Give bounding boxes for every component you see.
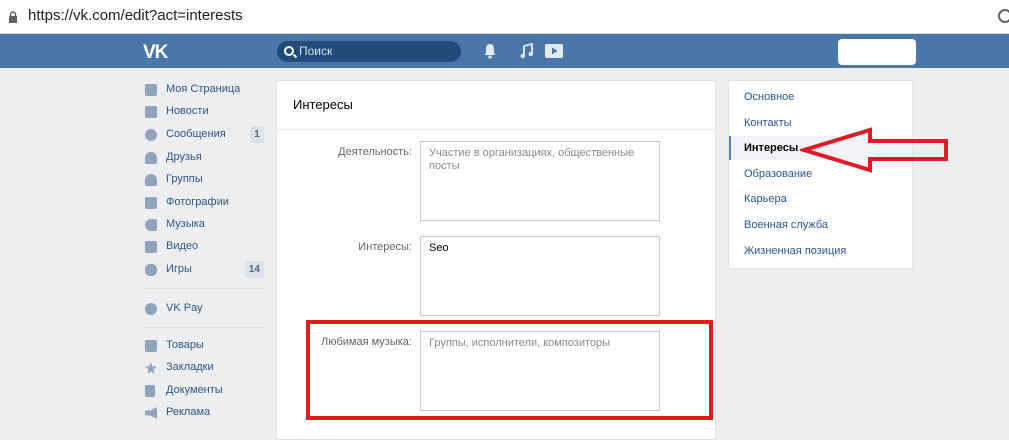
settings-tab-label: Жизненная позиция bbox=[744, 245, 847, 257]
menu-divider bbox=[145, 327, 263, 328]
left-menu-item-goods[interactable]: Товары bbox=[140, 336, 270, 356]
activity-label: Деятельность: bbox=[338, 146, 412, 158]
left-menu-item-friends[interactable]: Друзья bbox=[140, 148, 270, 168]
bell-icon[interactable] bbox=[483, 43, 497, 59]
star-icon bbox=[145, 362, 157, 374]
left-menu-item-messages[interactable]: Сообщения 1 bbox=[140, 125, 270, 145]
document-icon bbox=[145, 385, 155, 397]
settings-tab-label: Основное bbox=[744, 91, 795, 103]
left-menu-label: VK Pay bbox=[166, 302, 203, 314]
settings-tab-main[interactable]: Основное bbox=[729, 85, 912, 109]
left-menu-item-my-page[interactable]: Моя Страница bbox=[140, 80, 270, 100]
messages-icon bbox=[145, 129, 157, 141]
top-header: VK Поиск bbox=[0, 34, 1009, 68]
settings-tab-label: Военная служба bbox=[744, 219, 829, 231]
left-menu-label: Моя Страница bbox=[166, 83, 241, 95]
left-menu-item-bookmarks[interactable]: Закладки bbox=[140, 358, 270, 378]
left-menu-item-news[interactable]: Новости bbox=[140, 102, 270, 122]
settings-tab-life-position[interactable]: Жизненная позиция bbox=[729, 239, 912, 263]
left-menu-item-vk-pay[interactable]: VK Pay bbox=[140, 299, 270, 319]
settings-tab-label: Интересы bbox=[744, 142, 799, 154]
messages-count-badge: 1 bbox=[250, 126, 264, 143]
music-note-icon[interactable] bbox=[520, 43, 534, 59]
settings-tab-military[interactable]: Военная служба bbox=[729, 213, 912, 237]
left-menu-item-video[interactable]: Видео bbox=[140, 237, 270, 257]
user-menu-button[interactable] bbox=[838, 39, 916, 65]
friends-icon bbox=[145, 152, 157, 164]
browser-menu-icon[interactable] bbox=[998, 9, 1009, 23]
left-menu-label: Игры bbox=[166, 263, 192, 275]
settings-menu: Основное Контакты Интересы Образование К… bbox=[728, 80, 913, 269]
annotation-arrow-icon bbox=[800, 127, 948, 173]
search-input[interactable]: Поиск bbox=[277, 41, 461, 62]
news-icon bbox=[145, 106, 157, 118]
interests-textarea[interactable] bbox=[420, 236, 660, 316]
annotation-highlight-box bbox=[306, 320, 713, 420]
photos-icon bbox=[145, 197, 157, 209]
video-icon bbox=[145, 241, 157, 253]
left-menu-label: Фотографии bbox=[166, 196, 229, 208]
left-menu-label: Друзья bbox=[166, 151, 202, 163]
settings-tab-label: Карьера bbox=[744, 193, 787, 205]
left-menu-item-ads[interactable]: Реклама bbox=[140, 403, 270, 423]
left-menu-label: Реклама bbox=[166, 406, 211, 418]
left-menu-item-music[interactable]: Музыка bbox=[140, 215, 270, 235]
left-menu-label: Документы bbox=[166, 384, 223, 396]
play-icon[interactable] bbox=[545, 43, 563, 59]
left-menu-item-photos[interactable]: Фотографии bbox=[140, 193, 270, 213]
search-placeholder: Поиск bbox=[299, 44, 333, 58]
home-icon bbox=[145, 84, 157, 96]
goods-icon bbox=[145, 340, 157, 352]
music-icon bbox=[145, 219, 157, 231]
left-menu-label: Видео bbox=[166, 240, 199, 252]
vkpay-icon bbox=[145, 303, 157, 315]
megaphone-icon bbox=[145, 407, 157, 419]
search-icon bbox=[284, 46, 294, 56]
settings-tab-career[interactable]: Карьера bbox=[729, 187, 912, 211]
games-count-badge: 14 bbox=[244, 261, 264, 278]
left-menu-item-groups[interactable]: Группы bbox=[140, 170, 270, 190]
left-menu-label: Новости bbox=[166, 105, 209, 117]
left-menu-item-documents[interactable]: Документы bbox=[140, 381, 270, 401]
left-menu-label: Товары bbox=[166, 339, 204, 351]
left-menu-label: Музыка bbox=[166, 218, 205, 230]
menu-divider bbox=[145, 288, 263, 289]
interests-label: Интересы: bbox=[358, 241, 412, 253]
page-title: Интересы bbox=[293, 97, 353, 112]
games-icon bbox=[145, 264, 157, 276]
left-menu-item-games[interactable]: Игры 14 bbox=[140, 260, 270, 280]
vk-logo[interactable]: VK bbox=[143, 42, 168, 64]
browser-address-bar: https://vk.com/edit?act=interests bbox=[0, 0, 1009, 34]
left-menu-label: Закладки bbox=[166, 361, 214, 373]
settings-tab-label: Контакты bbox=[744, 117, 792, 129]
activity-textarea[interactable] bbox=[420, 141, 660, 221]
left-menu-label: Сообщения bbox=[166, 128, 226, 140]
url-field[interactable]: https://vk.com/edit?act=interests bbox=[28, 7, 243, 24]
left-menu-label: Группы bbox=[166, 173, 203, 185]
lock-icon bbox=[9, 11, 17, 23]
groups-icon bbox=[145, 174, 157, 186]
card-divider bbox=[277, 129, 715, 130]
